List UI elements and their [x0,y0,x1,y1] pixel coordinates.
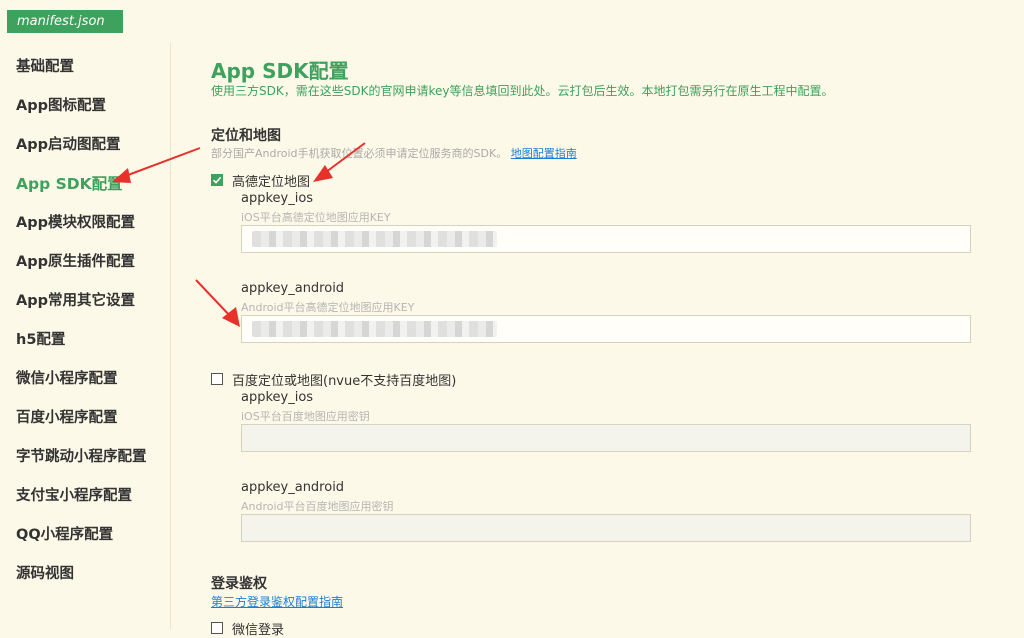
sidebar-item-app-other-settings[interactable]: App常用其它设置 [16,289,135,310]
sidebar: 基础配置 App图标配置 App启动图配置 App SDK配置 App模块权限配… [0,43,171,629]
sidebar-item-source-view[interactable]: 源码视图 [16,562,74,583]
baidu-ios-label: appkey_ios [241,390,314,405]
baidu-checkbox-label: 百度定位或地图(nvue不支持百度地图) [232,373,457,389]
section-title-login: 登录鉴权 [211,576,267,592]
section-title-location: 定位和地图 [211,128,281,144]
sidebar-item-qq-mp[interactable]: QQ小程序配置 [16,523,113,544]
redacted-value [252,231,497,247]
amap-checkbox-row[interactable]: 高德定位地图 [211,171,311,190]
tab-manifest-json[interactable]: manifest.json [7,10,123,33]
baidu-checkbox-row[interactable]: 百度定位或地图(nvue不支持百度地图) [211,370,457,389]
sidebar-item-app-modules[interactable]: App模块权限配置 [16,211,135,232]
baidu-android-hint: Android平台百度地图应用密钥 [241,500,394,513]
amap-ios-hint: iOS平台高德定位地图应用KEY [241,211,391,224]
sidebar-item-toutiao-mp[interactable]: 字节跳动小程序配置 [16,445,147,466]
location-hint-text: 部分国产Android手机获取位置必须申请定位服务商的SDK。 [211,147,508,160]
sidebar-item-basic[interactable]: 基础配置 [16,55,74,76]
main-panel: App SDK配置 使用三方SDK，需在这些SDK的官网申请key等信息填回到此… [211,0,1024,638]
weixin-login-checkbox-row[interactable]: 微信登录 [211,619,285,638]
baidu-android-input[interactable] [241,514,971,542]
baidu-checkbox[interactable] [211,373,223,385]
baidu-ios-input[interactable] [241,424,971,452]
sidebar-item-weixin-mp[interactable]: 微信小程序配置 [16,367,118,388]
map-config-guide-link[interactable]: 地图配置指南 [511,147,577,160]
weixin-login-checkbox[interactable] [211,622,223,634]
login-config-guide-link[interactable]: 第三方登录鉴权配置指南 [211,593,343,610]
amap-android-input[interactable] [241,315,971,343]
amap-ios-input[interactable] [241,225,971,253]
amap-android-label: appkey_android [241,281,345,296]
sidebar-item-alipay-mp[interactable]: 支付宝小程序配置 [16,484,132,505]
amap-checkbox[interactable] [211,174,223,186]
amap-android-hint: Android平台高德定位地图应用KEY [241,301,415,314]
location-hint: 部分国产Android手机获取位置必须申请定位服务商的SDK。 地图配置指南 [211,145,577,161]
sidebar-item-app-splash[interactable]: App启动图配置 [16,133,120,154]
sidebar-item-app-sdk[interactable]: App SDK配置 [16,172,123,194]
baidu-android-label: appkey_android [241,480,345,495]
check-icon [212,176,222,184]
sidebar-item-app-icon[interactable]: App图标配置 [16,94,106,115]
sidebar-item-baidu-mp[interactable]: 百度小程序配置 [16,406,118,427]
weixin-login-label: 微信登录 [232,622,285,638]
baidu-ios-hint: iOS平台百度地图应用密钥 [241,410,370,423]
redacted-value [252,321,497,337]
page-title: App SDK配置 [211,59,349,83]
sidebar-item-h5[interactable]: h5配置 [16,328,65,349]
page-description: 使用三方SDK，需在这些SDK的官网申请key等信息填回到此处。云打包后生效。本… [211,84,834,98]
sidebar-item-app-native-plugins[interactable]: App原生插件配置 [16,250,135,271]
amap-checkbox-label: 高德定位地图 [232,174,311,190]
amap-ios-label: appkey_ios [241,191,314,206]
